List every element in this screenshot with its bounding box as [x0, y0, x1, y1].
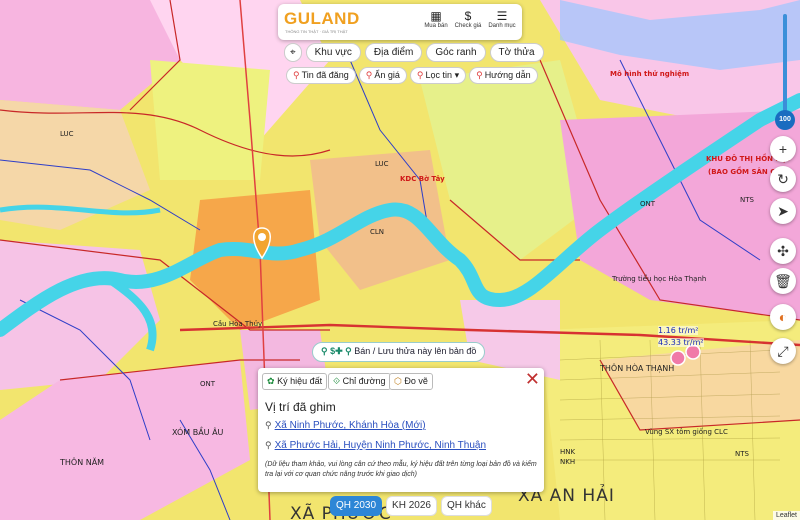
address-new-link[interactable]: ⚲ Xã Ninh Phước, Khánh Hòa (Mới): [265, 420, 426, 431]
ruler-button[interactable]: ◐: [770, 304, 796, 330]
expand-icon: ⤢: [777, 343, 789, 359]
address-old-text: Xã Phước Hải, Huyện Ninh Phước, Ninh Thu…: [274, 440, 487, 451]
guide-label: Hướng dẫn: [484, 70, 531, 80]
zoom-in-button[interactable]: +: [770, 136, 796, 162]
plus-icon: +: [778, 141, 788, 157]
map-label-thon-hoa-thanh: THÔN HÒA THẠNH: [600, 364, 675, 373]
location-icon: ⚲ $✚ ⚲: [321, 346, 352, 356]
map-label-cln: CLN: [370, 228, 385, 236]
map-label-thon-nam: THÔN NĂM: [60, 458, 105, 467]
address-new-text: Xã Ninh Phước, Khánh Hòa (Mới): [274, 420, 426, 431]
directions-icon: ⟐: [333, 376, 341, 386]
locate-button[interactable]: ⌖: [284, 43, 302, 62]
location-target-icon: ⌖: [290, 47, 296, 58]
toolbar-row-1: ⌖ Khu vực Địa điểm Góc ranh Tờ thửa: [284, 43, 544, 62]
navigate-button[interactable]: ➤: [770, 198, 796, 224]
menu-button[interactable]: ☰ Danh mục: [486, 9, 518, 29]
refresh-button[interactable]: ↻: [770, 166, 796, 192]
map-label-vung-sx: Vùng SX tôm giống CLC: [645, 428, 728, 436]
menu-label: Danh mục: [488, 23, 516, 29]
filter-button[interactable]: ⚲ Lọc tin ▾: [409, 67, 467, 84]
map-label-school: Trường tiểu học Hòa Thạnh: [612, 275, 707, 283]
disclaimer-note: (Dữ liệu tham khảo, vui lòng cân cứ theo…: [265, 461, 537, 478]
hide-price-button[interactable]: ⚲ Ẩn giá: [358, 67, 407, 84]
land-symbol-label: Ký hiệu đất: [277, 376, 323, 386]
map-label-mo-hinh: Mô hình thử nghiệm: [610, 70, 690, 78]
popup-title: Vị trí đã ghim: [265, 400, 336, 414]
measure-label: Đo vẽ: [404, 376, 428, 386]
address-old-link[interactable]: ⚲ Xã Phước Hải, Huyện Ninh Phước, Ninh Th…: [265, 440, 486, 451]
trash-icon: 🗑: [774, 273, 792, 289]
share-icon: ✣: [777, 243, 789, 259]
leaf-icon: ✿: [267, 376, 275, 386]
check-price-button[interactable]: $ Check giá: [452, 9, 484, 29]
pinned-location-popup: ✿ Ký hiệu đất ⟐ Chỉ đường ⬡ Đo vẽ ✕ Vị t…: [258, 368, 544, 492]
close-icon[interactable]: ✕: [525, 370, 540, 388]
posted-listings-button[interactable]: ⚲ Tin đã đăng: [286, 67, 356, 84]
map-label-price-2: 43.33 tr/m²: [658, 338, 704, 347]
dollar-icon: $: [464, 9, 472, 23]
tab-qh-2030[interactable]: QH 2030: [330, 496, 383, 516]
measure-button[interactable]: ⬡ Đo vẽ: [389, 373, 433, 390]
ruler-icon: ◐: [778, 309, 788, 325]
pin-icon: ⚲: [416, 70, 424, 80]
location-pin-icon: ⚲: [265, 440, 272, 450]
buy-sell-label: Mua bán: [424, 23, 448, 29]
area-button[interactable]: Khu vực: [305, 43, 361, 62]
place-button[interactable]: Địa điểm: [364, 43, 423, 62]
map-label-ont: ONT: [640, 200, 656, 208]
menu-icon: ☰: [496, 9, 508, 23]
map-label-price-1: 1.16 tr/m²: [658, 326, 699, 335]
layers-button[interactable]: ✣: [770, 238, 796, 264]
check-price-label: Check giá: [454, 23, 482, 29]
map-label-luc: LUC: [375, 160, 389, 168]
navigation-arrow-icon: ➤: [777, 203, 789, 219]
map-label-luc: LUC: [60, 130, 74, 138]
map-label-ont: ONT: [200, 380, 216, 388]
map-label-bridge: Cầu Hòa Thủy: [213, 320, 263, 328]
land-symbol-button[interactable]: ✿ Ký hiệu đất: [262, 373, 328, 390]
building-icon: ▦: [430, 9, 442, 23]
filter-label: Lọc tin: [425, 70, 453, 80]
chevron-down-icon: ▾: [454, 70, 460, 80]
pin-icon: ⚲: [365, 70, 373, 80]
zoom-slider-handle[interactable]: 100: [775, 110, 795, 130]
toolbar-row-2: ⚲ Tin đã đăng ⚲ Ẩn giá ⚲ Lọc tin ▾ ⚲ Hướng d…: [286, 67, 538, 84]
refresh-icon: ↻: [777, 171, 789, 187]
directions-button[interactable]: ⟐ Chỉ đường: [328, 373, 391, 390]
parcel-sheet-button[interactable]: Tờ thửa: [489, 43, 544, 62]
pin-icon: ⚲: [476, 70, 483, 80]
directions-label: Chỉ đường: [342, 376, 386, 386]
map-label-nts: NTS: [735, 450, 749, 458]
app-logo[interactable]: GULAND: [284, 9, 360, 29]
measure-icon: ⬡: [394, 376, 402, 386]
logo-tagline: THÔNG TIN THẬT · GIÁ TRỊ THẬT: [285, 29, 348, 34]
leaflet-attribution[interactable]: Leaflet: [772, 511, 800, 520]
app-header: GULAND THÔNG TIN THẬT · GIÁ TRỊ THẬT ▦ M…: [278, 4, 522, 40]
location-pin-icon: ⚲: [265, 420, 272, 430]
map-label-kdc: KDC Bờ Tây: [400, 175, 445, 183]
map-label-nkh: NKH: [560, 458, 576, 466]
corner-button[interactable]: Góc ranh: [426, 43, 486, 62]
tab-kh-2026[interactable]: KH 2026: [386, 496, 437, 516]
delete-button[interactable]: 🗑: [770, 268, 796, 294]
fullscreen-button[interactable]: ⤢: [770, 338, 796, 364]
planning-tabs: QH 2030 KH 2026 QH khác: [330, 496, 492, 516]
zoom-slider-track[interactable]: [783, 14, 787, 122]
tab-qh-khac[interactable]: QH khác: [440, 496, 492, 516]
save-parcel-label: Bán / Lưu thửa này lên bản đồ: [354, 346, 477, 356]
posted-listings-label: Tin đã đăng: [301, 70, 349, 80]
map-label-hnk: HNK: [560, 448, 576, 456]
pin-icon: ⚲: [293, 70, 300, 80]
map-label-nts: NTS: [740, 196, 754, 204]
hide-price-label: Ẩn giá: [374, 70, 400, 80]
buy-sell-button[interactable]: ▦ Mua bán: [420, 9, 452, 29]
guide-button[interactable]: ⚲ Hướng dẫn: [469, 67, 538, 84]
save-parcel-bar[interactable]: ⚲ $✚ ⚲ Bán / Lưu thửa này lên bản đồ: [312, 342, 486, 362]
map-label-xom-bau-au: XÓM BẦU ÂU: [172, 428, 224, 437]
